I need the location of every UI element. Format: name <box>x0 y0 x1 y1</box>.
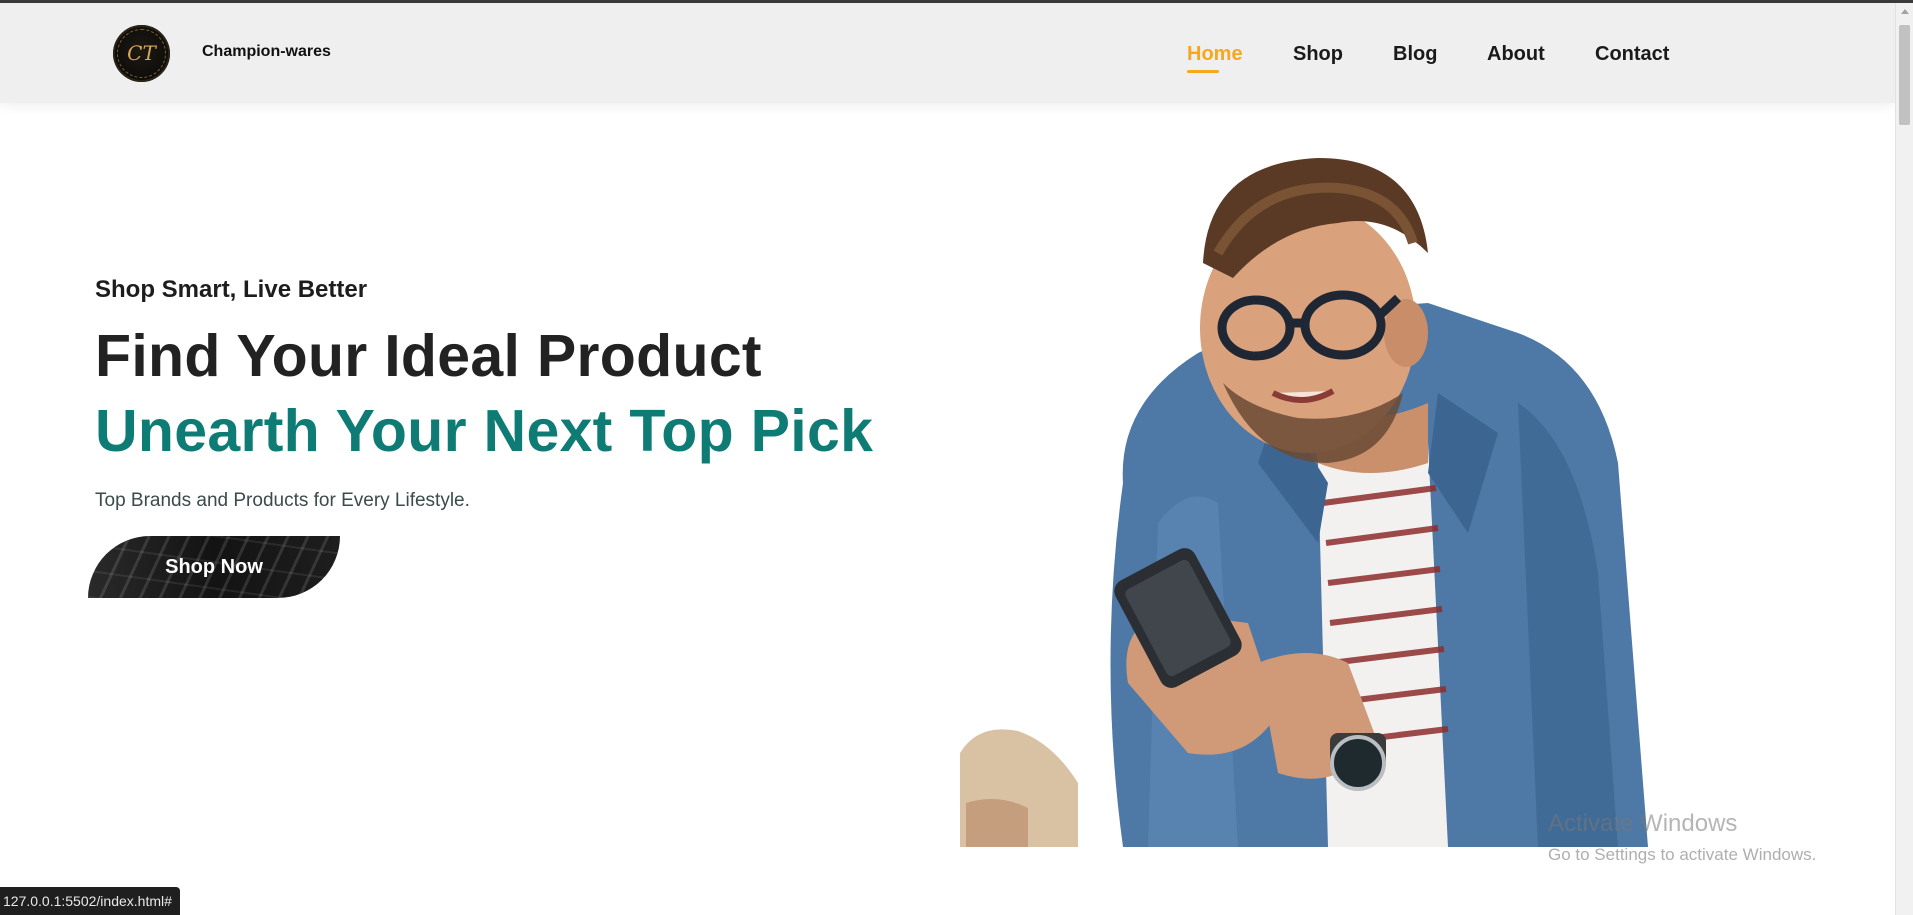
nav-about-label: About <box>1487 43 1545 65</box>
hero-subtext: Top Brands and Products for Every Lifest… <box>95 490 470 511</box>
brand-name[interactable]: Champion-wares <box>202 43 331 61</box>
nav-contact-link[interactable]: Contact <box>1595 43 1669 66</box>
nav-home-label: Home <box>1187 43 1243 65</box>
link-status-url: 127.0.0.1:5502/index.html# <box>0 887 180 915</box>
logo-monogram: CT <box>127 41 156 65</box>
scroll-thumb[interactable] <box>1899 25 1910 125</box>
nav-blog-label: Blog <box>1393 43 1438 65</box>
nav-shop-label: Shop <box>1293 43 1343 65</box>
vertical-scrollbar[interactable] <box>1895 3 1913 915</box>
nav-shop-link[interactable]: Shop <box>1293 43 1343 66</box>
active-nav-underline <box>1187 70 1219 73</box>
brand-logo[interactable]: CT <box>113 25 170 82</box>
shop-now-button[interactable]: Shop Now <box>88 536 340 598</box>
windows-activation-title: Activate Windows <box>1548 810 1738 837</box>
hero-headline-accent: Unearth Your Next Top Pick <box>95 398 874 464</box>
windows-activation-subtitle: Go to Settings to activate Windows. <box>1548 845 1817 864</box>
hero-man-with-phone-image <box>960 158 1648 847</box>
nav-home-link[interactable]: Home <box>1187 43 1243 73</box>
site-header: CT Champion-wares Home Shop Blog About C… <box>0 3 1895 103</box>
nav-about-link[interactable]: About <box>1487 43 1545 66</box>
nav-contact-label: Contact <box>1595 43 1670 65</box>
nav-blog-link[interactable]: Blog <box>1393 43 1437 66</box>
hero-tagline: Shop Smart, Live Better <box>95 276 368 303</box>
hero-headline: Find Your Ideal Product <box>95 323 762 389</box>
shop-now-label: Shop Now <box>165 556 263 578</box>
scroll-up-arrow-icon[interactable] <box>1901 9 1909 14</box>
